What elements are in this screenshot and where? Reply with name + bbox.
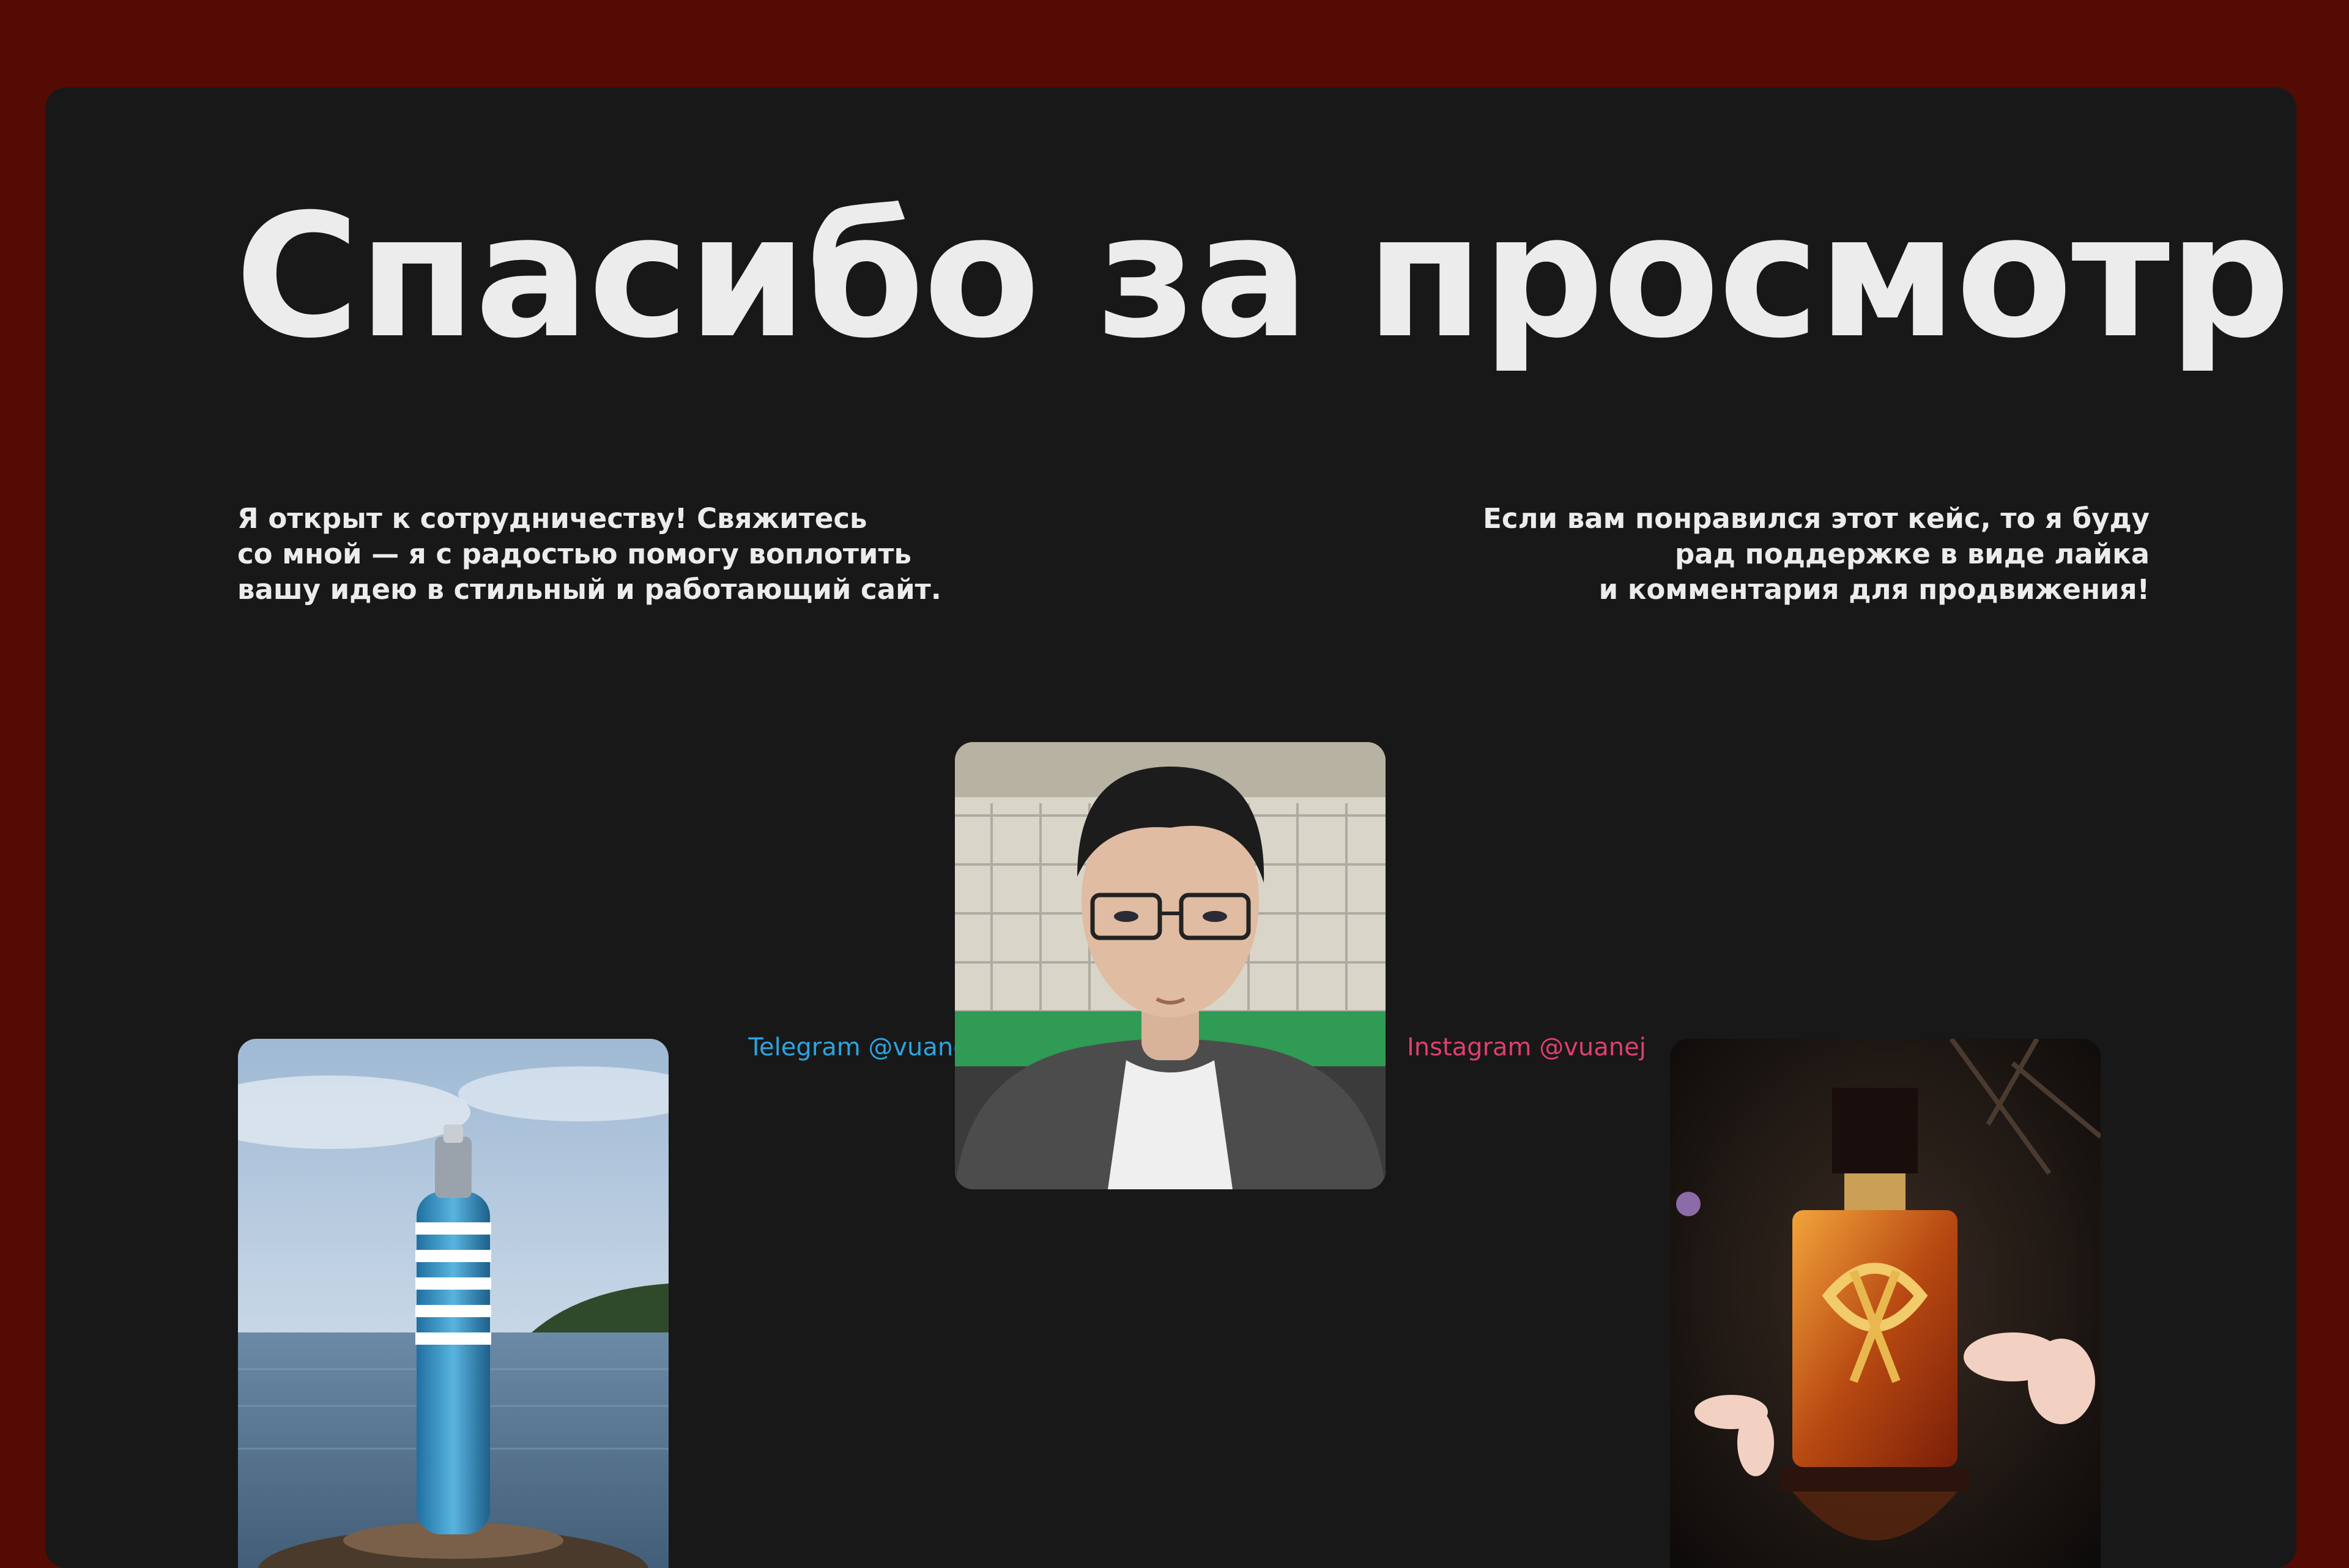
telegram-link[interactable]: Telegram @vuanej (669, 1033, 975, 1062)
support-text-line-2: рад поддержке в виде лайка (1675, 538, 2150, 570)
portrait-image (955, 742, 1386, 1189)
collaboration-text-line-1: Я открыт к сотрудничеству! Свяжитесь (237, 502, 867, 535)
instagram-link[interactable]: Instagram @vuanej (1407, 1033, 1713, 1062)
collaboration-text-line-2: со мной — я с радостью помогу воплотить (237, 538, 911, 570)
perfume-bottle-flowers-image (1670, 1039, 2101, 1568)
perfume-bottle-flowers-photo (1670, 1039, 2101, 1568)
page-title: Спасибо за просмотр! (235, 177, 2296, 376)
support-text-line-1: Если вам понравился этот кейс, то я буду (1483, 502, 2150, 535)
support-text: Если вам понравился этот кейс, то я буду… (1440, 501, 2150, 608)
collaboration-text: Я открыт к сотрудничеству! Свяжитесь со … (237, 501, 947, 608)
portrait-photo (955, 742, 1386, 1189)
perfume-bottle-sea-photo (238, 1039, 669, 1568)
collaboration-text-line-3: вашу идею в стильный и работающий сайт. (237, 573, 941, 606)
content-panel: Спасибо за просмотр! Я открыт к сотрудни… (45, 87, 2296, 1568)
support-text-line-3: и комментария для продвижения! (1598, 573, 2150, 606)
perfume-bottle-sea-image (238, 1039, 669, 1568)
